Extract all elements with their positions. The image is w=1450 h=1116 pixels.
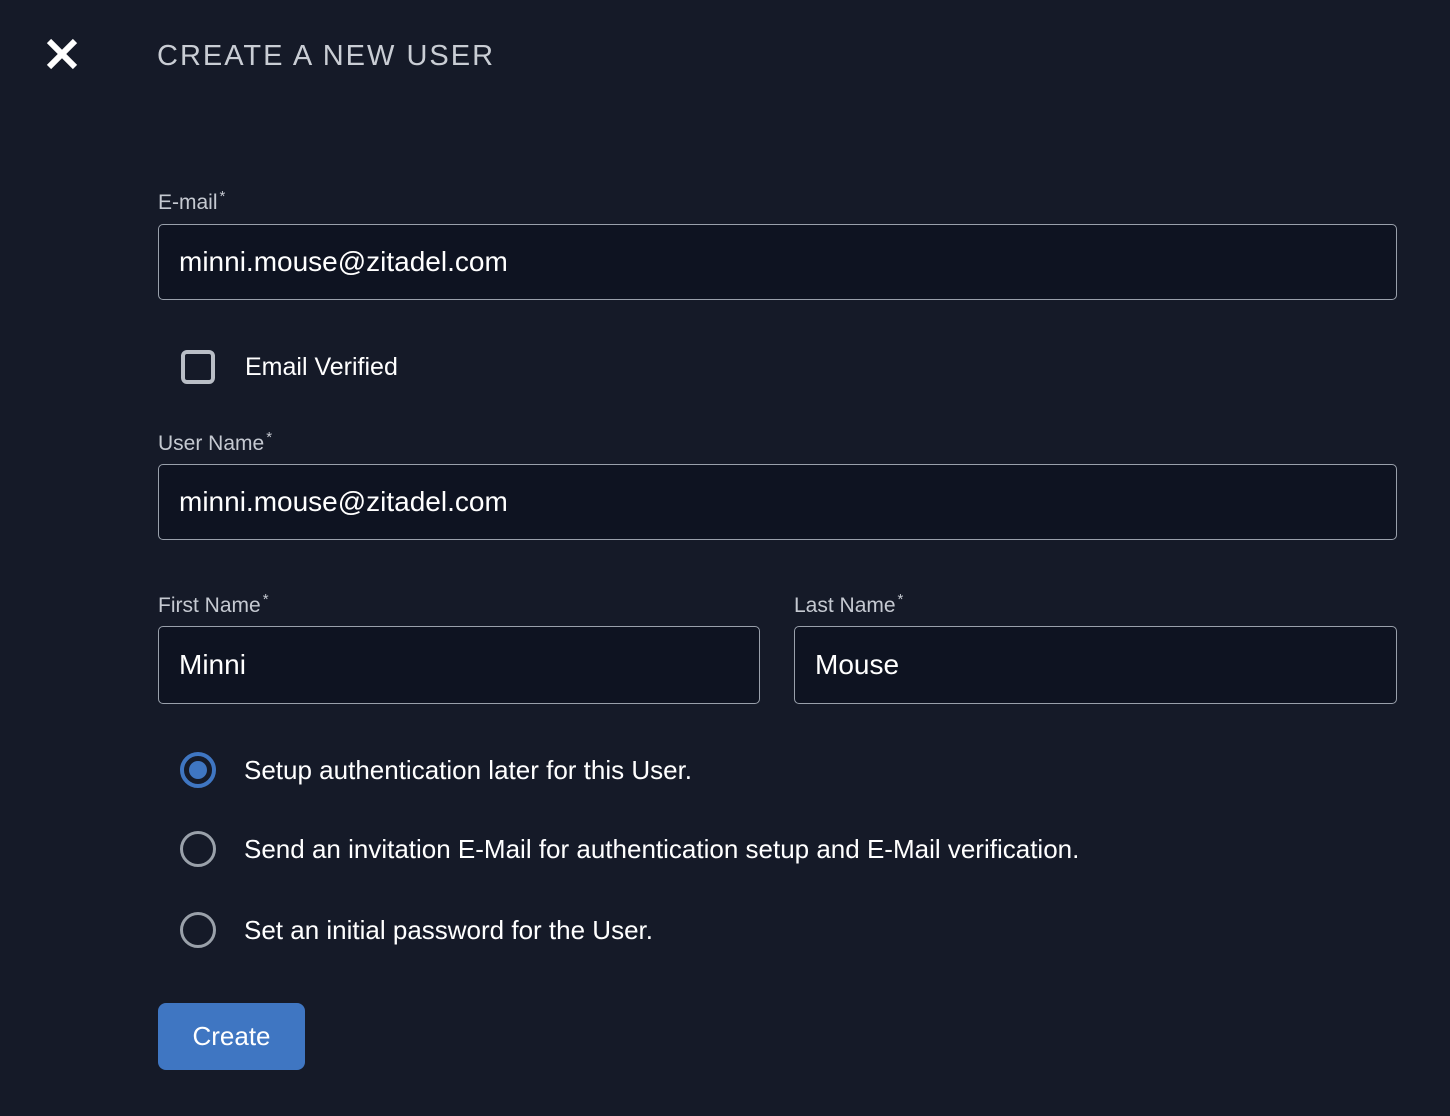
radio-option-setup-later[interactable]: Setup authentication later for this User… bbox=[180, 752, 692, 788]
email-field[interactable] bbox=[158, 224, 1397, 300]
radio-option-label[interactable]: Setup authentication later for this User… bbox=[244, 755, 692, 786]
radio-option-label[interactable]: Set an initial password for the User. bbox=[244, 915, 653, 946]
email-verified-checkbox[interactable] bbox=[181, 350, 215, 384]
radio-button-icon[interactable] bbox=[180, 831, 216, 867]
create-user-page: { "window": { "title": "CREATE A NEW USE… bbox=[0, 0, 1450, 1116]
required-marker: * bbox=[266, 429, 272, 446]
email-label: E-mail* bbox=[158, 188, 225, 215]
radio-button-icon[interactable] bbox=[180, 912, 216, 948]
first-name-field[interactable] bbox=[158, 626, 760, 704]
first-name-label: First Name* bbox=[158, 591, 269, 618]
last-name-field[interactable] bbox=[794, 626, 1397, 704]
close-button[interactable] bbox=[42, 34, 82, 74]
radio-button-icon[interactable] bbox=[180, 752, 216, 788]
username-label: User Name* bbox=[158, 429, 272, 456]
page-title: CREATE A NEW USER bbox=[157, 40, 495, 73]
radio-option-initial-password[interactable]: Set an initial password for the User. bbox=[180, 912, 653, 948]
required-marker: * bbox=[263, 591, 269, 608]
email-verified-checkbox-row[interactable]: Email Verified bbox=[181, 349, 398, 385]
username-field[interactable] bbox=[158, 464, 1397, 540]
radio-option-send-invitation[interactable]: Send an invitation E-Mail for authentica… bbox=[180, 831, 1079, 867]
radio-option-label[interactable]: Send an invitation E-Mail for authentica… bbox=[244, 834, 1079, 865]
required-marker: * bbox=[898, 591, 904, 608]
close-icon bbox=[44, 36, 80, 72]
last-name-label: Last Name* bbox=[794, 591, 903, 618]
required-marker: * bbox=[220, 188, 226, 205]
email-verified-label[interactable]: Email Verified bbox=[245, 349, 398, 385]
create-button[interactable]: Create bbox=[158, 1003, 305, 1070]
